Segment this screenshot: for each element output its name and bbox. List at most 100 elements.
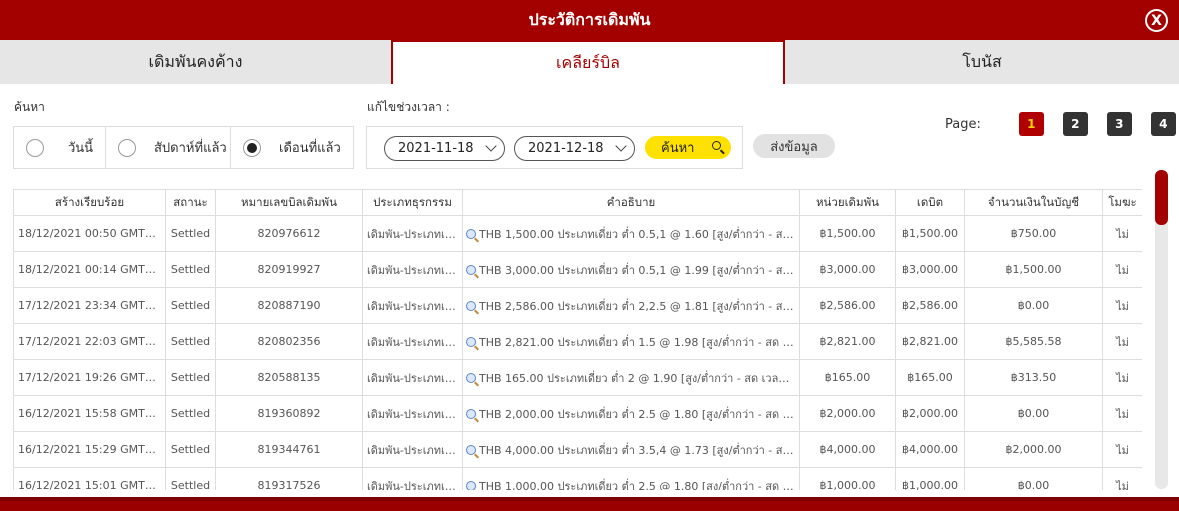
- cell-transaction-type: เดิมพัน-ประเภทเดี่ยว: [362, 467, 463, 490]
- radio-label: สัปดาห์ที่แล้ว: [154, 141, 227, 156]
- radio-circle-selected[interactable]: [243, 138, 261, 157]
- magnifier-icon[interactable]: [466, 408, 476, 419]
- cell-stake: ฿165.00: [799, 359, 896, 396]
- description-text: THB 3,000.00 ประเภทเดี่ยว ต่ำ 0.5,1 @ 1.…: [479, 263, 799, 277]
- page-button-1[interactable]: 1: [1018, 112, 1044, 136]
- cell-balance: ฿0.00: [964, 287, 1103, 324]
- scrollbar-thumb[interactable]: [1155, 170, 1168, 225]
- chevron-down-icon: [615, 140, 627, 152]
- radio-circle[interactable]: [26, 138, 44, 157]
- search-button[interactable]: ค้นหา: [645, 136, 731, 159]
- description-text: THB 4,000.00 ประเภทเดี่ยว ต่ำ 3.5,4 @ 1.…: [479, 443, 799, 457]
- cell-description[interactable]: THB 2,586.00 ประเภทเดี่ยว ต่ำ 2,2.5 @ 1.…: [462, 287, 800, 324]
- cell-bill-number: 819360892: [215, 395, 363, 432]
- period-radio-group: วันนี้ สัปดาห์ที่แล้ว เดือนที่แล้ว: [13, 126, 354, 169]
- cell-created: 16/12/2021 15:58 GMT+7: [13, 395, 166, 432]
- cell-created: 18/12/2021 00:14 GMT+7: [13, 251, 166, 288]
- cell-created: 17/12/2021 19:26 GMT+7: [13, 359, 166, 396]
- cell-status: Settled: [165, 323, 216, 360]
- tab-settled-bills[interactable]: เคลียร์บิล: [391, 40, 785, 84]
- filter-panel: ค้นหา แก้ไขช่วงเวลา : วันนี้ สัปดาห์ที่แ…: [0, 84, 1179, 184]
- bet-history-table-container[interactable]: สร้างเรียบร้อย สถานะ หมายเลขบิลเดิมพัน ป…: [13, 189, 1142, 490]
- description-text: THB 1,000.00 ประเภทเดี่ยว ต่ำ 2.5 @ 1.80…: [479, 479, 800, 491]
- cell-transaction-type: เดิมพัน-ประเภทเดี่ยว: [362, 215, 463, 252]
- table-row: 18/12/2021 00:14 GMT+7 Settled 820919927 เด…: [13, 251, 1142, 288]
- col-header-created: สร้างเรียบร้อย: [13, 189, 166, 216]
- table-row: 16/12/2021 15:58 GMT+7 Settled 819360892 เด…: [13, 395, 1142, 432]
- radio-circle[interactable]: [118, 138, 136, 157]
- col-header-status: สถานะ: [165, 189, 216, 216]
- radio-label: วันนี้: [68, 141, 94, 156]
- page-button-2[interactable]: 2: [1062, 112, 1088, 136]
- cell-debit: ฿2,000.00: [895, 395, 965, 432]
- close-icon-glyph: X: [1151, 12, 1162, 29]
- close-icon[interactable]: X: [1145, 9, 1168, 32]
- cell-balance: ฿2,000.00: [964, 431, 1103, 468]
- cell-description[interactable]: THB 1,000.00 ประเภทเดี่ยว ต่ำ 2.5 @ 1.80…: [462, 467, 800, 491]
- description-text: THB 2,586.00 ประเภทเดี่ยว ต่ำ 2,2.5 @ 1.…: [479, 299, 799, 313]
- magnifier-icon[interactable]: [466, 228, 476, 239]
- cell-created: 16/12/2021 15:29 GMT+7: [13, 431, 166, 468]
- cell-void: ไม่: [1102, 215, 1142, 252]
- radio-last-month[interactable]: เดือนที่แล้ว: [231, 127, 353, 168]
- cell-created: 18/12/2021 00:50 GMT+7: [13, 215, 166, 252]
- cell-debit: ฿3,000.00: [895, 251, 965, 288]
- radio-today[interactable]: วันนี้: [14, 127, 106, 168]
- cell-bill-number: 819317526: [215, 467, 363, 490]
- tab-pending-bets[interactable]: เดิมพันคงค้าง: [0, 40, 391, 84]
- cell-transaction-type: เดิมพัน-ประเภทเดี่ยว: [362, 323, 463, 360]
- page-button-4[interactable]: 4: [1150, 112, 1176, 136]
- cell-created: 17/12/2021 23:34 GMT+7: [13, 287, 166, 324]
- cell-debit: ฿1,500.00: [895, 215, 965, 252]
- table-row: 17/12/2021 19:26 GMT+7 Settled 820588135 เด…: [13, 359, 1142, 396]
- description-text: THB 1,500.00 ประเภทเดี่ยว ต่ำ 0.5,1 @ 1.…: [479, 227, 799, 241]
- cell-bill-number: 820802356: [215, 323, 363, 360]
- date-range-box: 2021-11-18 2021-12-18 ค้นหา: [366, 126, 743, 169]
- cell-transaction-type: เดิมพัน-ประเภทเดี่ยว: [362, 431, 463, 468]
- cell-debit: ฿1,000.00: [895, 467, 965, 490]
- date-to-value: 2021-12-18: [528, 141, 604, 156]
- magnifier-icon[interactable]: [466, 480, 476, 490]
- col-header-debit: เดบิต: [895, 189, 965, 216]
- search-icon: [712, 141, 721, 150]
- magnifier-icon[interactable]: [466, 264, 476, 275]
- page-button-3[interactable]: 3: [1106, 112, 1132, 136]
- cell-status: Settled: [165, 467, 216, 490]
- cell-description[interactable]: THB 4,000.00 ประเภทเดี่ยว ต่ำ 3.5,4 @ 1.…: [462, 431, 800, 468]
- cell-status: Settled: [165, 359, 216, 396]
- date-range-label: แก้ไขช่วงเวลา :: [367, 100, 450, 114]
- export-button[interactable]: ส่งข้อมูล: [753, 134, 835, 158]
- cell-stake: ฿2,821.00: [799, 323, 896, 360]
- cell-description[interactable]: THB 3,000.00 ประเภทเดี่ยว ต่ำ 0.5,1 @ 1.…: [462, 251, 800, 288]
- date-from-select[interactable]: 2021-11-18: [384, 136, 505, 161]
- magnifier-icon[interactable]: [466, 336, 476, 347]
- tab-bonus[interactable]: โบนัส: [785, 40, 1179, 84]
- magnifier-icon[interactable]: [466, 300, 476, 311]
- cell-created: 17/12/2021 22:03 GMT+7: [13, 323, 166, 360]
- cell-debit: ฿165.00: [895, 359, 965, 396]
- cell-description[interactable]: THB 165.00 ประเภทเดี่ยว ต่ำ 2 @ 1.90 [สู…: [462, 359, 800, 396]
- date-to-select[interactable]: 2021-12-18: [514, 136, 635, 161]
- cell-void: ไม่: [1102, 323, 1142, 360]
- cell-balance: ฿1,500.00: [964, 251, 1103, 288]
- cell-bill-number: 820919927: [215, 251, 363, 288]
- cell-transaction-type: เดิมพัน-ประเภทเดี่ยว: [362, 359, 463, 396]
- cell-transaction-type: เดิมพัน-ประเภทเดี่ยว: [362, 251, 463, 288]
- cell-status: Settled: [165, 431, 216, 468]
- magnifier-icon[interactable]: [466, 372, 476, 383]
- modal-title: ประวัติการเดิมพัน: [528, 9, 651, 29]
- cell-balance: ฿0.00: [964, 395, 1103, 432]
- cell-description[interactable]: THB 2,821.00 ประเภทเดี่ยว ต่ำ 1.5 @ 1.98…: [462, 323, 800, 360]
- cell-stake: ฿4,000.00: [799, 431, 896, 468]
- table-row: 17/12/2021 23:34 GMT+7 Settled 820887190 เด…: [13, 287, 1142, 324]
- cell-description[interactable]: THB 1,500.00 ประเภทเดี่ยว ต่ำ 0.5,1 @ 1.…: [462, 215, 800, 252]
- cell-status: Settled: [165, 215, 216, 252]
- cell-description[interactable]: THB 2,000.00 ประเภทเดี่ยว ต่ำ 2.5 @ 1.80…: [462, 395, 800, 432]
- radio-label: เดือนที่แล้ว: [279, 141, 341, 156]
- cell-bill-number: 820588135: [215, 359, 363, 396]
- radio-last-week[interactable]: สัปดาห์ที่แล้ว: [106, 127, 231, 168]
- col-header-transaction-type: ประเภทธุรกรรม: [362, 189, 463, 216]
- magnifier-icon[interactable]: [466, 444, 476, 455]
- cell-debit: ฿2,586.00: [895, 287, 965, 324]
- cell-debit: ฿4,000.00: [895, 431, 965, 468]
